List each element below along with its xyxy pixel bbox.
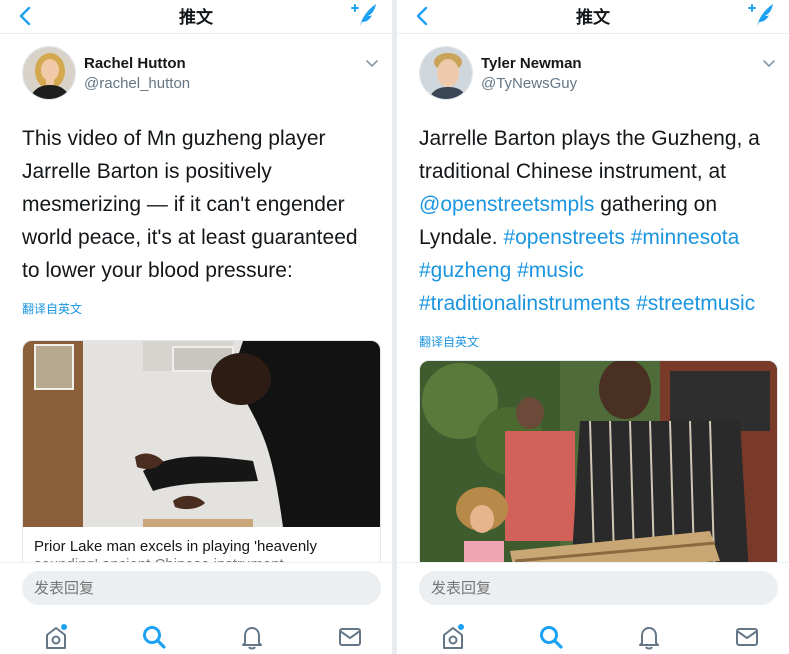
- hashtag-link[interactable]: #guzheng #music: [419, 259, 584, 282]
- media-video[interactable]: [419, 360, 778, 590]
- hashtag-link[interactable]: #openstreets #minnesota: [503, 226, 739, 249]
- tweet-text-segment: Lyndale.: [419, 226, 504, 249]
- tweet-detail-panel-left: 推文 Rachel Hutton @rachel_hutton This vid…: [0, 0, 392, 654]
- reply-input[interactable]: [419, 571, 778, 605]
- tweet-text-line: Lyndale. #openstreets #minnesota: [419, 221, 779, 254]
- search-icon[interactable]: [139, 623, 169, 651]
- tweet-text-line: to lower your blood pressure:: [22, 259, 293, 282]
- caret-down-icon[interactable]: [761, 58, 777, 70]
- compose-feather-icon[interactable]: [350, 2, 378, 28]
- home-icon[interactable]: [41, 623, 71, 651]
- top-nav-bar: 推文: [397, 0, 789, 34]
- bottom-bar: [0, 562, 392, 654]
- tweet-text-line: #guzheng #music: [419, 254, 779, 287]
- tweet-author: Tyler Newman @TyNewsGuy: [419, 46, 779, 104]
- tweet-text-line: This video of Mn guzheng player: [22, 127, 326, 150]
- tweet-text-line: traditional Chinese instrument, at: [419, 160, 726, 183]
- bell-icon[interactable]: [237, 623, 267, 651]
- compose-feather-icon[interactable]: [747, 2, 775, 28]
- top-nav-bar: 推文: [0, 0, 392, 34]
- tweet-text-segment: gathering on: [594, 193, 718, 216]
- hashtag-link[interactable]: #traditionalinstruments #streetmusic: [419, 292, 755, 315]
- mail-icon[interactable]: [335, 623, 365, 651]
- home-icon[interactable]: [438, 623, 468, 651]
- bell-icon[interactable]: [634, 623, 664, 651]
- bottom-bar: [397, 562, 789, 654]
- tab-bar: [397, 623, 789, 654]
- tweet-text-line: @openstreetsmpls gathering on: [419, 188, 779, 221]
- tweet-text-line: Jarrelle Barton is positively: [22, 160, 272, 183]
- video-thumbnail: [420, 361, 777, 589]
- tweet-text-line: #traditionalinstruments #streetmusic: [419, 287, 779, 320]
- author-name[interactable]: Tyler Newman: [481, 55, 582, 72]
- mail-icon[interactable]: [732, 623, 762, 651]
- tweet-text-line: world peace, it's at least guaranteed: [22, 226, 358, 249]
- card-title: Prior Lake man excels in playing 'heaven…: [34, 538, 318, 555]
- link-card[interactable]: Prior Lake man excels in playing 'heaven…: [22, 340, 381, 580]
- tweet-text-line: Jarrelle Barton plays the Guzheng, a: [419, 127, 760, 150]
- translate-link[interactable]: 翻译自英文: [419, 333, 479, 350]
- page-title: 推文: [576, 8, 610, 28]
- avatar[interactable]: [22, 46, 76, 100]
- avatar[interactable]: [419, 46, 473, 100]
- tweet-text: Jarrelle Barton plays the Guzheng, a tra…: [419, 122, 779, 320]
- search-icon[interactable]: [536, 623, 566, 651]
- reply-input[interactable]: [22, 571, 381, 605]
- page-title: 推文: [179, 8, 213, 28]
- tweet-text: This video of Mn guzheng player Jarrelle…: [22, 122, 382, 287]
- caret-down-icon[interactable]: [364, 58, 380, 70]
- author-handle[interactable]: @TyNewsGuy: [481, 75, 577, 92]
- author-name[interactable]: Rachel Hutton: [84, 55, 186, 72]
- tweet-detail-panel-right: 推文 Tyler Newman @TyNewsGuy Jarrelle Bart…: [397, 0, 789, 654]
- card-image: [23, 341, 380, 527]
- mention-link[interactable]: @openstreetsmpls: [419, 193, 594, 216]
- tweet-author: Rachel Hutton @rachel_hutton: [22, 46, 382, 104]
- author-handle[interactable]: @rachel_hutton: [84, 75, 190, 92]
- tweet-text-line: mesmerizing — if it can't engender: [22, 193, 345, 216]
- translate-link[interactable]: 翻译自英文: [22, 300, 82, 317]
- tab-bar: [0, 623, 392, 654]
